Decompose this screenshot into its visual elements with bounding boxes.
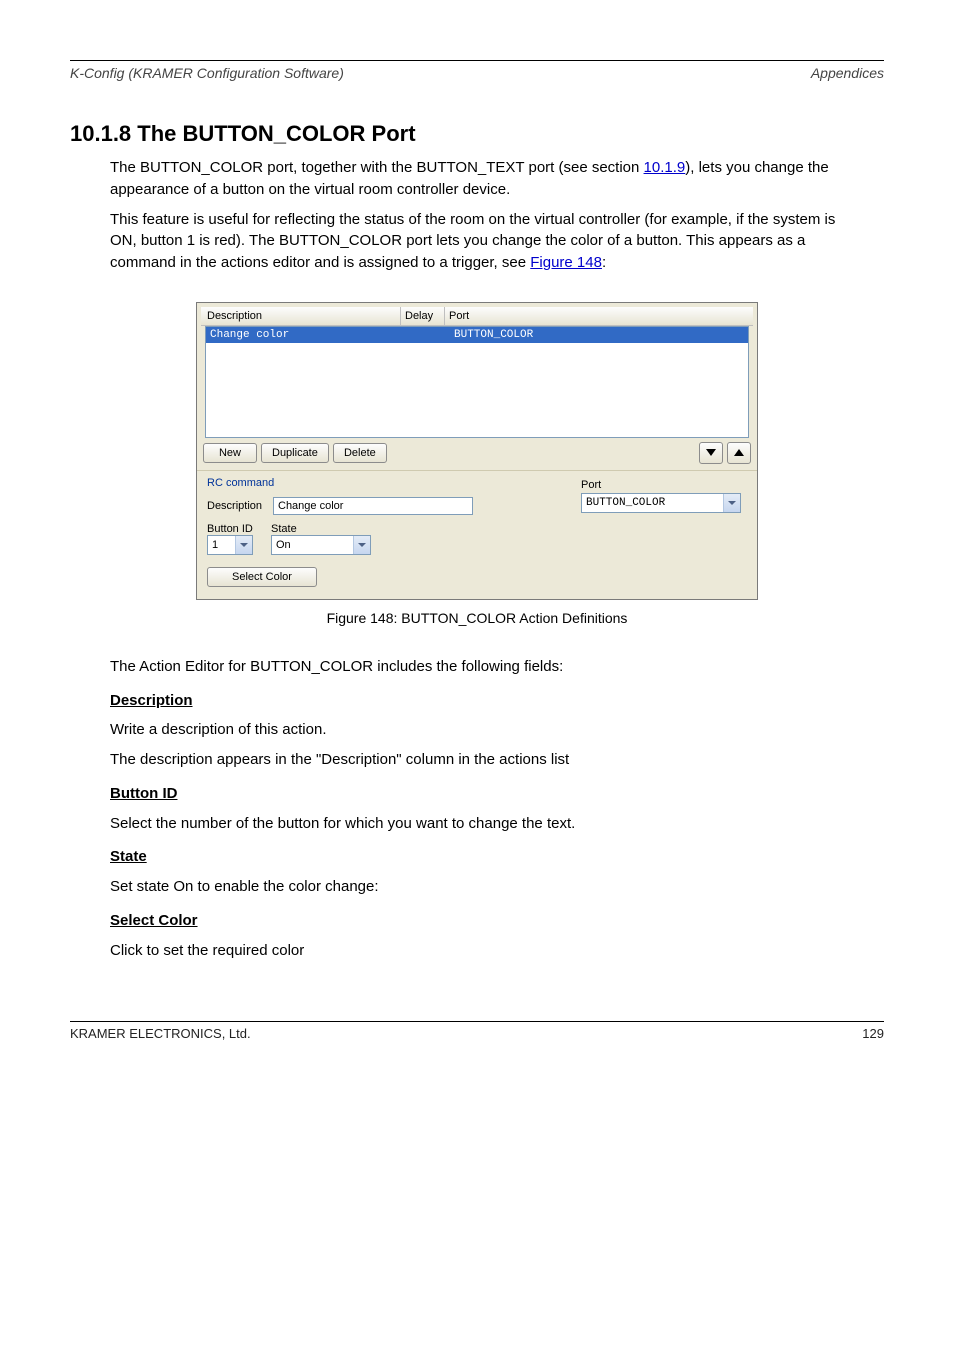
port-label: Port <box>581 479 747 491</box>
group-legend: RC command <box>207 477 581 489</box>
button-id-combobox[interactable]: 1 <box>207 535 253 555</box>
section-ref-link[interactable]: 10.1.9 <box>644 159 686 176</box>
chevron-down-icon <box>723 494 740 512</box>
page-footer: KRAMER ELECTRONICS, Ltd. 129 <box>70 1026 884 1041</box>
footer-rule <box>70 1021 884 1022</box>
rc-command-group: RC command Description Port BUTTON_COLOR <box>197 470 757 599</box>
list-item[interactable]: Change color BUTTON_COLOR <box>206 327 748 343</box>
field-name-state: State <box>110 846 884 868</box>
section-heading: 10.1.8 The BUTTON_COLOR Port <box>70 121 884 147</box>
footer-company: KRAMER ELECTRONICS, Ltd. <box>70 1026 251 1041</box>
intro-text: This feature is useful for reflecting th… <box>110 211 835 272</box>
port-combobox-value: BUTTON_COLOR <box>582 497 723 509</box>
triangle-up-icon <box>734 449 744 456</box>
move-down-button[interactable] <box>699 442 723 464</box>
intro-paragraph-1: The BUTTON_COLOR port, together with the… <box>110 157 864 201</box>
column-header-delay[interactable]: Delay <box>401 307 445 325</box>
move-up-button[interactable] <box>727 442 751 464</box>
chevron-down-icon <box>235 536 252 554</box>
description-input[interactable] <box>273 497 473 515</box>
field-text: Select the number of the button for whic… <box>110 813 884 835</box>
select-color-button[interactable]: Select Color <box>207 567 317 587</box>
intro-text: The BUTTON_COLOR port, together with the <box>110 159 417 176</box>
actions-list-header: Description Delay Port <box>201 307 753 326</box>
list-cell-description: Change color <box>206 329 408 341</box>
state-label: State <box>271 523 371 535</box>
port-combobox[interactable]: BUTTON_COLOR <box>581 493 741 513</box>
column-header-description[interactable]: Description <box>201 307 401 325</box>
new-button[interactable]: New <box>203 443 257 463</box>
duplicate-button[interactable]: Duplicate <box>261 443 329 463</box>
header-section: Appendices <box>811 65 884 81</box>
page-header: K-Config (KRAMER Configuration Software)… <box>70 65 884 81</box>
button-id-label: Button ID <box>207 523 253 535</box>
column-header-port[interactable]: Port <box>445 307 753 325</box>
intro-link-button-text: BUTTON_TEXT port <box>417 159 555 176</box>
field-name-description: Description <box>110 690 884 712</box>
field-name-button-id: Button ID <box>110 783 884 805</box>
field-text: The description appears in the "Descript… <box>110 749 884 771</box>
delete-button[interactable]: Delete <box>333 443 387 463</box>
intro-text: : <box>602 254 606 271</box>
figure-caption: Figure 148: BUTTON_COLOR Action Definiti… <box>70 610 884 626</box>
field-text: Write a description of this action. <box>110 719 884 741</box>
figure-screenshot: Description Delay Port Change color BUTT… <box>196 302 758 600</box>
list-cell-port: BUTTON_COLOR <box>452 329 748 341</box>
field-name-select-color: Select Color <box>110 910 884 932</box>
description-label: Description <box>207 500 267 512</box>
figure-ref-link[interactable]: Figure 148 <box>530 254 602 271</box>
intro-paragraph-2: This feature is useful for reflecting th… <box>110 209 864 274</box>
triangle-down-icon <box>706 449 716 456</box>
chevron-down-icon <box>353 536 370 554</box>
fields-intro: The Action Editor for BUTTON_COLOR inclu… <box>110 656 864 678</box>
actions-listbox[interactable]: Change color BUTTON_COLOR <box>205 326 749 438</box>
state-value: On <box>272 539 353 551</box>
state-combobox[interactable]: On <box>271 535 371 555</box>
field-text: Click to set the required color <box>110 940 884 962</box>
footer-page-number: 129 <box>862 1026 884 1041</box>
intro-text: (see section <box>554 159 643 176</box>
header-doc-title: K-Config (KRAMER Configuration Software) <box>70 65 344 81</box>
header-rule <box>70 60 884 61</box>
field-text: Set state On to enable the color change: <box>110 876 884 898</box>
button-id-value: 1 <box>208 539 235 551</box>
